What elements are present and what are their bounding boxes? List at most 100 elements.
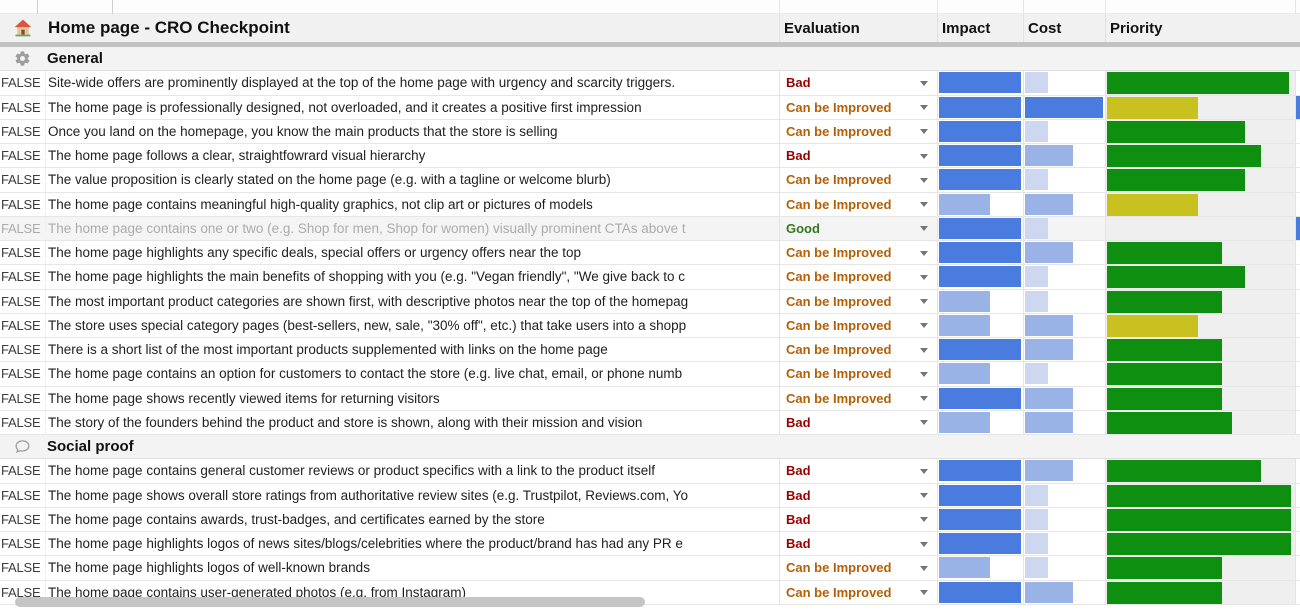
cost-cell[interactable] bbox=[1023, 217, 1105, 240]
impact-cell[interactable] bbox=[937, 193, 1023, 216]
priority-cell[interactable] bbox=[1105, 265, 1295, 288]
checkbox-cell[interactable]: FALSE bbox=[0, 556, 45, 579]
priority-cell[interactable] bbox=[1105, 508, 1295, 531]
item-text-cell[interactable]: The story of the founders behind the pro… bbox=[45, 411, 779, 434]
checkbox-cell[interactable]: FALSE bbox=[0, 508, 45, 531]
cost-cell[interactable] bbox=[1023, 459, 1105, 482]
impact-cell[interactable] bbox=[937, 581, 1023, 604]
cost-cell[interactable] bbox=[1023, 314, 1105, 337]
checkbox-cell[interactable]: FALSE bbox=[0, 71, 45, 94]
cost-cell[interactable] bbox=[1023, 338, 1105, 361]
checkbox-cell[interactable]: FALSE bbox=[0, 217, 45, 240]
impact-cell[interactable] bbox=[937, 532, 1023, 555]
priority-cell[interactable] bbox=[1105, 532, 1295, 555]
priority-cell[interactable] bbox=[1105, 217, 1295, 240]
checkbox-cell[interactable]: FALSE bbox=[0, 532, 45, 555]
item-text-cell[interactable]: The store uses special category pages (b… bbox=[45, 314, 779, 337]
evaluation-dropdown[interactable]: Bad bbox=[779, 144, 937, 167]
priority-cell[interactable] bbox=[1105, 241, 1295, 264]
evaluation-dropdown[interactable]: Can be Improved bbox=[779, 265, 937, 288]
cost-cell[interactable] bbox=[1023, 411, 1105, 434]
cost-cell[interactable] bbox=[1023, 71, 1105, 94]
impact-cell[interactable] bbox=[937, 387, 1023, 410]
priority-cell[interactable] bbox=[1105, 144, 1295, 167]
checkbox-cell[interactable]: FALSE bbox=[0, 168, 45, 191]
cost-cell[interactable] bbox=[1023, 484, 1105, 507]
priority-cell[interactable] bbox=[1105, 193, 1295, 216]
impact-cell[interactable] bbox=[937, 508, 1023, 531]
evaluation-dropdown[interactable]: Can be Improved bbox=[779, 581, 937, 604]
item-text-cell[interactable]: The home page highlights the main benefi… bbox=[45, 265, 779, 288]
priority-cell[interactable] bbox=[1105, 362, 1295, 385]
checkbox-cell[interactable]: FALSE bbox=[0, 314, 45, 337]
priority-cell[interactable] bbox=[1105, 484, 1295, 507]
cost-cell[interactable] bbox=[1023, 168, 1105, 191]
evaluation-dropdown[interactable]: Bad bbox=[779, 459, 937, 482]
priority-cell[interactable] bbox=[1105, 338, 1295, 361]
impact-cell[interactable] bbox=[937, 484, 1023, 507]
evaluation-dropdown[interactable]: Can be Improved bbox=[779, 96, 937, 119]
item-text-cell[interactable]: The home page shows overall store rating… bbox=[45, 484, 779, 507]
impact-cell[interactable] bbox=[937, 168, 1023, 191]
cost-cell[interactable] bbox=[1023, 581, 1105, 604]
priority-cell[interactable] bbox=[1105, 96, 1295, 119]
item-text-cell[interactable]: The home page shows recently viewed item… bbox=[45, 387, 779, 410]
priority-cell[interactable] bbox=[1105, 411, 1295, 434]
impact-cell[interactable] bbox=[937, 96, 1023, 119]
checkbox-cell[interactable]: FALSE bbox=[0, 459, 45, 482]
item-text-cell[interactable]: The home page contains general customer … bbox=[45, 459, 779, 482]
impact-cell[interactable] bbox=[937, 556, 1023, 579]
item-text-cell[interactable]: The home page contains an option for cus… bbox=[45, 362, 779, 385]
impact-cell[interactable] bbox=[937, 411, 1023, 434]
evaluation-dropdown[interactable]: Bad bbox=[779, 71, 937, 94]
item-text-cell[interactable]: The home page contains awards, trust-bad… bbox=[45, 508, 779, 531]
item-text-cell[interactable]: The home page highlights logos of news s… bbox=[45, 532, 779, 555]
priority-cell[interactable] bbox=[1105, 387, 1295, 410]
evaluation-dropdown[interactable]: Can be Improved bbox=[779, 290, 937, 313]
checkbox-cell[interactable]: FALSE bbox=[0, 241, 45, 264]
priority-cell[interactable] bbox=[1105, 556, 1295, 579]
impact-cell[interactable] bbox=[937, 217, 1023, 240]
cost-cell[interactable] bbox=[1023, 120, 1105, 143]
cost-cell[interactable] bbox=[1023, 96, 1105, 119]
evaluation-dropdown[interactable]: Can be Improved bbox=[779, 387, 937, 410]
checkbox-cell[interactable]: FALSE bbox=[0, 193, 45, 216]
checkbox-cell[interactable]: FALSE bbox=[0, 265, 45, 288]
cost-cell[interactable] bbox=[1023, 265, 1105, 288]
item-text-cell[interactable]: The home page highlights logos of well-k… bbox=[45, 556, 779, 579]
item-text-cell[interactable]: The most important product categories ar… bbox=[45, 290, 779, 313]
evaluation-dropdown[interactable]: Can be Improved bbox=[779, 314, 937, 337]
evaluation-dropdown[interactable]: Good bbox=[779, 217, 937, 240]
impact-cell[interactable] bbox=[937, 144, 1023, 167]
impact-cell[interactable] bbox=[937, 265, 1023, 288]
checkbox-cell[interactable]: FALSE bbox=[0, 411, 45, 434]
impact-cell[interactable] bbox=[937, 314, 1023, 337]
checkbox-cell[interactable]: FALSE bbox=[0, 387, 45, 410]
cost-cell[interactable] bbox=[1023, 290, 1105, 313]
impact-cell[interactable] bbox=[937, 338, 1023, 361]
checkbox-cell[interactable]: FALSE bbox=[0, 144, 45, 167]
cost-cell[interactable] bbox=[1023, 193, 1105, 216]
checkbox-cell[interactable]: FALSE bbox=[0, 96, 45, 119]
evaluation-dropdown[interactable]: Can be Improved bbox=[779, 120, 937, 143]
cost-cell[interactable] bbox=[1023, 387, 1105, 410]
item-text-cell[interactable]: The value proposition is clearly stated … bbox=[45, 168, 779, 191]
cost-cell[interactable] bbox=[1023, 532, 1105, 555]
checkbox-cell[interactable]: FALSE bbox=[0, 290, 45, 313]
evaluation-dropdown[interactable]: Can be Improved bbox=[779, 556, 937, 579]
impact-cell[interactable] bbox=[937, 290, 1023, 313]
priority-cell[interactable] bbox=[1105, 314, 1295, 337]
evaluation-dropdown[interactable]: Can be Improved bbox=[779, 168, 937, 191]
impact-cell[interactable] bbox=[937, 241, 1023, 264]
priority-cell[interactable] bbox=[1105, 168, 1295, 191]
cost-cell[interactable] bbox=[1023, 241, 1105, 264]
impact-cell[interactable] bbox=[937, 120, 1023, 143]
impact-cell[interactable] bbox=[937, 459, 1023, 482]
priority-cell[interactable] bbox=[1105, 581, 1295, 604]
checkbox-cell[interactable]: FALSE bbox=[0, 362, 45, 385]
priority-cell[interactable] bbox=[1105, 290, 1295, 313]
priority-cell[interactable] bbox=[1105, 459, 1295, 482]
item-text-cell[interactable]: The home page contains meaningful high-q… bbox=[45, 193, 779, 216]
cost-cell[interactable] bbox=[1023, 556, 1105, 579]
evaluation-dropdown[interactable]: Bad bbox=[779, 411, 937, 434]
